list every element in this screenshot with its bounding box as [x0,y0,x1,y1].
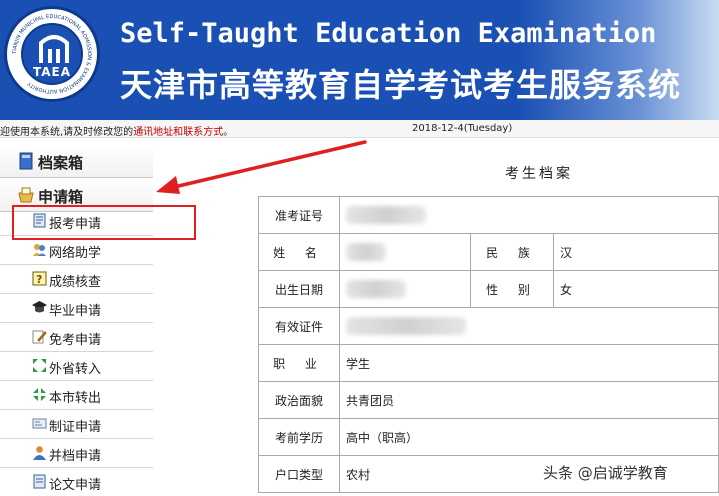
banner-title-cn: 天津市高等教育自学考试考生服务系统 [120,66,682,104]
card-icon [32,418,47,429]
ticket-number-value [339,196,719,234]
sidebar-header-label: 档案箱 [38,154,84,172]
graduation-cap-icon [32,301,47,313]
current-date: 2018-12-4(Tuesday) [412,123,513,134]
table-row: 考前学历 高中（职高） [258,418,719,456]
sidebar-item-label: 免考申请 [49,333,102,348]
ethnicity-value: 汉 [553,233,719,271]
field-label: 政治面貌 [258,381,340,419]
gender-value: 女 [553,270,719,308]
question-icon: ? [32,271,47,286]
redacted-value [346,280,406,298]
redacted-value [346,206,426,224]
page-title: 考生档案 [505,166,573,182]
sidebar-item-label: 并档申请 [49,449,102,464]
sidebar-item-transfer-out[interactable]: 本市转出 [0,381,153,410]
field-label: 出生日期 [258,270,340,308]
archive-box-icon [19,152,33,170]
field-label: 准考证号 [258,196,340,234]
sidebar-item-label: 成绩核查 [49,275,102,290]
archive-table: 准考证号 姓 名 民 族 汉 出生日期 性 别 女 有效证件 职 业 学生 政治… [258,196,719,493]
user-icon [33,446,46,460]
political-status-value: 共青团员 [339,381,719,419]
pencil-icon [32,330,47,344]
field-label: 姓 名 [258,233,340,271]
sidebar-item-score-check[interactable]: ? 成绩核查 [0,265,153,294]
transfer-out-icon [33,388,46,401]
field-label: 职 业 [258,344,340,382]
sidebar-header-label: 申请箱 [38,188,84,206]
highlight-box [12,205,196,240]
sidebar-item-merge-files[interactable]: 并档申请 [0,439,153,468]
notice-bar: 迎使用本系统,请及时修改您的通讯地址和联系方式。 2018-12-4(Tuesd… [0,120,719,138]
sidebar-item-thesis[interactable]: 论文申请 [0,468,153,496]
users-icon [33,244,46,256]
sidebar-item-label: 毕业申请 [49,304,102,319]
application-box-icon [18,187,34,203]
field-label: 户口类型 [258,455,340,493]
document-icon [33,474,46,489]
table-row: 有效证件 [258,307,719,345]
notice-prefix: 迎使用本系统,请及时修改您的 [0,127,134,138]
header-banner: TIANJIN MUNICIPAL EDUCATIONAL ADMISSION … [0,0,719,120]
redacted-value [346,243,386,261]
logo-mark-icon [39,35,69,63]
sidebar-item-label: 本市转出 [49,391,102,406]
redacted-value [346,317,466,335]
education-value: 高中（职高） [339,418,719,456]
transfer-in-icon [33,359,46,372]
table-row: 出生日期 性 别 女 [258,270,719,308]
id-document-value [339,307,719,345]
name-value [339,233,471,271]
occupation-value: 学生 [339,344,719,382]
sidebar-item-certificate[interactable]: 制证申请 [0,410,153,439]
sidebar: 档案箱 申请箱 报考申请 网络助学 ? 成绩核查 毕业申请 免考申请 外省转入 … [0,140,153,496]
birth-date-value [339,270,471,308]
table-row: 姓 名 民 族 汉 [258,233,719,271]
sidebar-item-label: 制证申请 [49,420,102,435]
taea-logo: TIANJIN MUNICIPAL EDUCATIONAL ADMISSION … [4,6,100,102]
field-label: 有效证件 [258,307,340,345]
table-row: 准考证号 [258,196,719,234]
table-row: 政治面貌 共青团员 [258,381,719,419]
sidebar-header-archive[interactable]: 档案箱 [0,144,153,178]
banner-title-en: Self-Taught Education Examination [120,18,657,49]
table-row: 职 业 学生 [258,344,719,382]
annotation-arrow-icon [156,140,367,194]
sidebar-item-graduation[interactable]: 毕业申请 [0,294,153,323]
field-label: 民 族 [470,233,554,271]
watermark: 头条 @启诚学教育 [543,464,668,482]
sidebar-item-label: 网络助学 [49,246,102,261]
sidebar-item-online-study[interactable]: 网络助学 [0,236,153,265]
sidebar-item-transfer-in[interactable]: 外省转入 [0,352,153,381]
sidebar-item-label: 外省转入 [49,362,102,377]
field-label: 性 别 [470,270,554,308]
field-label: 考前学历 [258,418,340,456]
sidebar-item-label: 论文申请 [49,478,102,493]
notice-text: 迎使用本系统,请及时修改您的通讯地址和联系方式。 [0,123,233,138]
logo-text: TAEA [32,65,72,79]
logo-emblem: TAEA [21,23,83,85]
sidebar-item-exemption[interactable]: 免考申请 [0,323,153,352]
notice-suffix: 。 [223,127,234,138]
svg-text:?: ? [36,273,42,286]
contact-info-link[interactable]: 通讯地址和联系方式 [133,127,223,138]
